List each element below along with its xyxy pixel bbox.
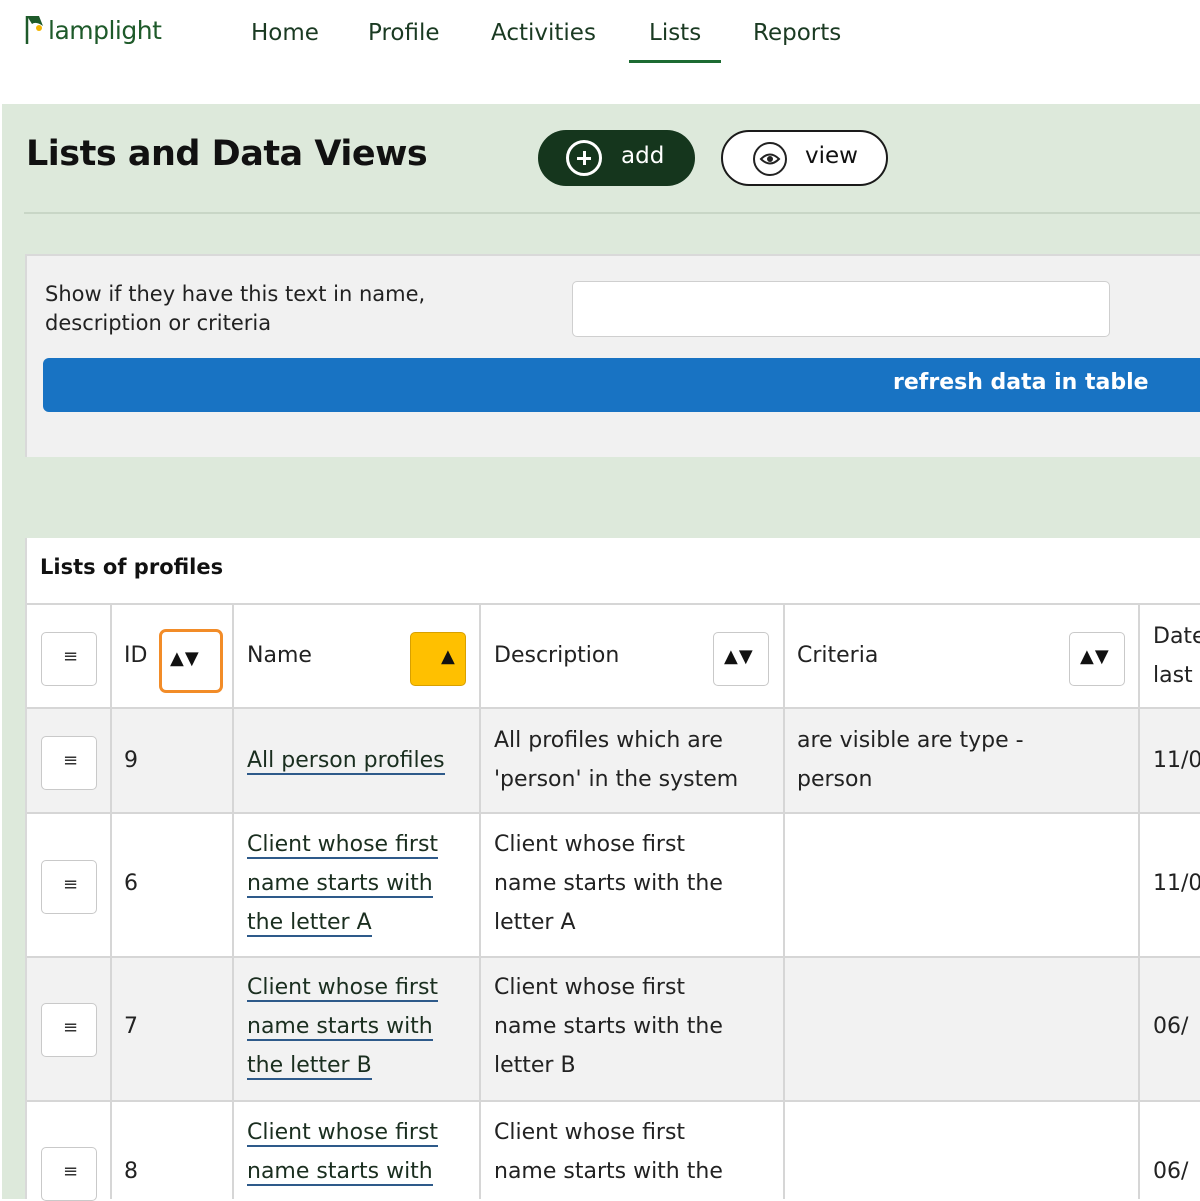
sort-description-button[interactable]: ▲▼	[713, 632, 769, 686]
nav-lists[interactable]: Lists	[628, 18, 722, 63]
row-divider	[27, 956, 1200, 958]
row-menu-button[interactable]: ≡	[41, 1147, 97, 1201]
header-description: Description	[494, 643, 620, 668]
sort-arrows-icon: ▲▼	[1080, 646, 1110, 667]
row-menu-button[interactable]: ≡	[41, 736, 97, 790]
hamburger-icon: ≡	[63, 646, 79, 667]
row-description: Client whose first	[494, 1120, 686, 1145]
column-menu-button[interactable]: ≡	[41, 632, 97, 686]
eye-icon	[753, 142, 787, 176]
add-button[interactable]: add	[538, 130, 695, 186]
hamburger-icon: ≡	[63, 1017, 79, 1038]
top-navigation: lamplight Home Profile Activities Lists …	[0, 0, 1200, 104]
row-id: 9	[124, 748, 138, 773]
header-date-line2: last	[1153, 663, 1193, 688]
row-divider	[27, 812, 1200, 814]
column-divider	[783, 603, 785, 1199]
column-divider	[232, 603, 234, 1199]
row-name-link[interactable]: the letter B	[247, 1046, 372, 1085]
nav-profile[interactable]: Profile	[368, 18, 440, 52]
nav-home[interactable]: Home	[251, 18, 319, 52]
row-description: letter A	[494, 910, 576, 935]
row-menu-button[interactable]: ≡	[41, 1003, 97, 1057]
sort-arrows-icon: ▲▼	[170, 648, 200, 669]
filter-text-input[interactable]	[572, 281, 1110, 337]
header-name: Name	[247, 643, 312, 668]
row-name-link[interactable]: Client whose first	[247, 968, 439, 1007]
column-divider	[479, 603, 481, 1199]
row-name-link[interactable]: name starts with	[247, 1007, 433, 1046]
sort-id-button[interactable]: ▲▼	[159, 629, 223, 693]
nav-reports[interactable]: Reports	[753, 18, 841, 52]
row-description: All profiles which are	[494, 728, 723, 753]
row-description: name starts with the	[494, 1159, 723, 1184]
row-divider	[27, 707, 1200, 709]
row-description: 'person' in the system	[494, 767, 739, 792]
sort-name-button[interactable]: ▲	[410, 632, 466, 686]
row-divider	[27, 1100, 1200, 1102]
header-date-line1: Date	[1153, 624, 1200, 649]
sort-asc-icon: ▲	[441, 646, 456, 667]
row-description: letter B	[494, 1053, 576, 1078]
lamp-icon	[25, 16, 43, 44]
row-date: 11/0	[1153, 748, 1200, 773]
sort-arrows-icon: ▲▼	[724, 646, 754, 667]
row-name-link[interactable]: name starts with	[247, 1152, 433, 1191]
row-divider	[27, 603, 1200, 605]
header-id: ID	[124, 643, 148, 668]
row-name-link[interactable]: name starts with	[247, 864, 433, 903]
row-description: name starts with the	[494, 871, 723, 896]
row-name-link[interactable]: All person profiles	[247, 741, 445, 780]
lamplight-logo[interactable]: lamplight	[24, 12, 162, 46]
filter-label: Show if they have this text in name, des…	[45, 282, 426, 335]
sort-criteria-button[interactable]: ▲▼	[1069, 632, 1125, 686]
column-divider	[110, 603, 112, 1199]
add-button-label: add	[621, 143, 665, 169]
nav-activities[interactable]: Activities	[491, 18, 596, 52]
logo-text: lamplight	[48, 16, 162, 45]
plus-circle-icon	[566, 140, 602, 176]
row-date: 11/0	[1153, 871, 1200, 896]
view-button[interactable]: view	[721, 130, 888, 186]
header-criteria: Criteria	[797, 643, 879, 668]
title-divider	[24, 212, 1200, 214]
row-name-link[interactable]: the letter A	[247, 903, 372, 942]
row-criteria: are visible are type -	[797, 728, 1024, 753]
view-button-label: view	[805, 143, 858, 169]
row-name-link[interactable]: Client whose first	[247, 825, 439, 864]
row-description: Client whose first	[494, 832, 686, 857]
row-menu-button[interactable]: ≡	[41, 860, 97, 914]
hamburger-icon: ≡	[63, 1161, 79, 1182]
hamburger-icon: ≡	[63, 874, 79, 895]
row-id: 8	[124, 1159, 138, 1184]
row-description: name starts with the	[494, 1014, 723, 1039]
row-date: 06/	[1153, 1159, 1189, 1184]
refresh-button-label: refresh data in table	[893, 370, 1149, 395]
row-description: Client whose first	[494, 975, 686, 1000]
refresh-data-button[interactable]: refresh data in table	[43, 358, 1200, 412]
row-criteria: person	[797, 767, 873, 792]
row-id: 7	[124, 1014, 138, 1039]
row-name-link[interactable]: Client whose first	[247, 1113, 439, 1152]
table-caption: Lists of profiles	[40, 555, 224, 579]
column-divider	[1138, 603, 1140, 1199]
row-id: 6	[124, 871, 138, 896]
page-title: Lists and Data Views	[26, 134, 428, 174]
row-date: 06/	[1153, 1014, 1189, 1039]
hamburger-icon: ≡	[63, 750, 79, 771]
